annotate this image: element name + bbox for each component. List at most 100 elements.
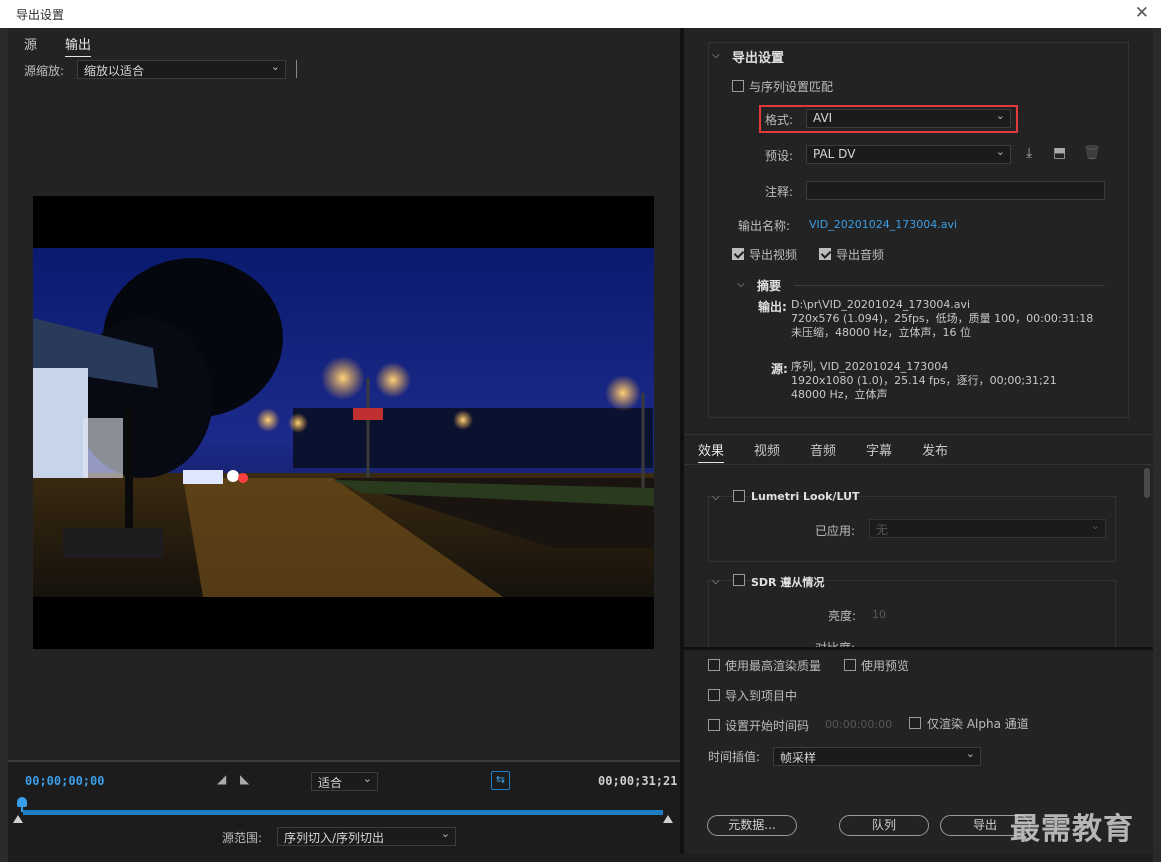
match-sequence-checkbox[interactable]	[732, 80, 744, 92]
export-audio-checkbox[interactable]	[819, 248, 831, 260]
tab-output[interactable]: 输出	[65, 34, 92, 57]
source-range-select[interactable]: 序列切入/序列切出 ⌄	[277, 827, 456, 846]
brightness-value[interactable]: 10	[872, 608, 886, 621]
sdr-checkbox[interactable]	[733, 574, 745, 586]
chevron-down-icon[interactable]: ⌵	[712, 576, 720, 587]
use-preview-checkbox[interactable]	[844, 659, 856, 671]
contrast-label: 对比度:	[815, 639, 855, 647]
bottom-divider[interactable]	[684, 647, 1153, 650]
preview-tabs: 源 输出	[8, 28, 680, 57]
save-preset-icon[interactable]: ⤓	[1026, 145, 1032, 161]
summary-source-line: 1920x1080 (1.0)，25.14 fps，逐行，00;00;31;21	[791, 374, 1057, 387]
summary-source-line: 序列, VID_20201024_173004	[791, 360, 949, 373]
chevron-down-icon[interactable]: ⌵	[712, 492, 720, 503]
source-range-value: 序列切入/序列切出	[284, 831, 385, 845]
set-start-tc-label: 设置开始时间码	[725, 719, 810, 733]
applied-select[interactable]: 无 ⌄	[869, 519, 1106, 538]
mark-in-icon[interactable]: ◢	[217, 772, 226, 786]
mark-out-icon[interactable]: ◣	[240, 772, 249, 786]
summary-rule	[794, 285, 1105, 286]
tabs-rule	[684, 464, 1153, 465]
summary-source-label: 源:	[771, 362, 788, 376]
max-render-checkbox[interactable]	[708, 659, 720, 671]
outer-frame-right	[1153, 28, 1161, 862]
preset-value: PAL DV	[813, 147, 856, 161]
effects-scrollbar[interactable]	[1144, 468, 1150, 498]
preview-frame-image	[33, 248, 654, 597]
tab-video[interactable]: 视频	[754, 440, 780, 462]
source-scale-value: 缩放以适合	[84, 64, 145, 78]
chevron-down-icon: ⌄	[440, 827, 450, 840]
preview-panel: 源 输出 源缩放: 缩放以适合 ⌄ 00;00;00;00 ◢ ◣ 适合 ⌄ ⇆…	[8, 28, 680, 854]
summary-output-line: 未压缩，48000 Hz，立体声，16 位	[791, 326, 972, 339]
settings-panel: ⌵ 导出设置 与序列设置匹配 格式: AVI ⌄ 预设: PAL DV ⌄ ⤓ …	[684, 28, 1153, 854]
output-name-link[interactable]: VID_20201024_173004.avi	[809, 218, 957, 231]
chevron-down-icon[interactable]: ⌵	[737, 279, 745, 290]
preset-select[interactable]: PAL DV ⌄	[806, 145, 1011, 164]
tab-source[interactable]: 源	[24, 34, 37, 56]
video-preview	[33, 196, 654, 649]
close-icon[interactable]: ✕	[1135, 3, 1149, 23]
import-project-checkbox[interactable]	[708, 689, 720, 701]
summary-output-line: 720x576 (1.094)，25fps，低场，质量 100，00:00:31…	[791, 312, 1094, 325]
export-settings-header: 导出设置	[732, 51, 785, 66]
alpha-only-checkbox[interactable]	[909, 717, 921, 729]
comment-input[interactable]	[806, 181, 1105, 200]
chevron-down-icon[interactable]: ⌵	[712, 50, 720, 61]
summary-output-line: D:\pr\VID_20201024_173004.avi	[791, 298, 971, 311]
max-render-label: 使用最高渲染质量	[725, 659, 822, 673]
chevron-down-icon: ⌄	[965, 747, 975, 760]
playhead-line	[21, 806, 23, 812]
delete-preset-icon[interactable]: 🗑	[1083, 145, 1101, 161]
interp-label: 时间插值:	[708, 750, 761, 764]
summary-output-text: D:\pr\VID_20201024_173004.avi 720x576 (1…	[791, 298, 1093, 340]
fit-select[interactable]: 适合 ⌄	[311, 772, 378, 791]
tab-captions[interactable]: 字幕	[866, 440, 892, 462]
interp-value: 帧采样	[780, 751, 817, 765]
brightness-label: 亮度:	[828, 609, 857, 623]
set-aspect-icon[interactable]: ⇆	[491, 771, 510, 790]
start-tc-value[interactable]: 00:00:00:00	[825, 718, 892, 731]
import-preset-icon[interactable]: ⬒	[1053, 145, 1066, 161]
chevron-down-icon: ⌄	[995, 145, 1005, 158]
tab-publish[interactable]: 发布	[922, 440, 948, 462]
applied-value: 无	[876, 523, 889, 537]
fit-value: 适合	[318, 776, 343, 790]
output-name-label: 输出名称:	[738, 219, 791, 233]
range-start-handle[interactable]	[13, 815, 23, 823]
summary-header: 摘要	[757, 279, 782, 293]
import-project-label: 导入到项目中	[725, 689, 798, 703]
export-audio-label: 导出音频	[836, 248, 885, 262]
format-select[interactable]: AVI ⌄	[806, 109, 1011, 128]
title-bar: 导出设置 ✕	[0, 0, 1161, 28]
comment-label: 注释:	[765, 185, 794, 199]
lumetri-header: Lumetri Look/LUT	[751, 490, 860, 503]
chevron-down-icon: ⌄	[1090, 519, 1100, 532]
tab-effects[interactable]: 效果	[698, 440, 725, 463]
night-street-image	[33, 248, 654, 597]
queue-button[interactable]: 队列	[839, 815, 929, 836]
section-divider	[684, 434, 1153, 435]
source-scale-label: 源缩放:	[24, 64, 65, 78]
timecode-start[interactable]: 00;00;00;00	[25, 774, 104, 788]
applied-label: 已应用:	[815, 524, 856, 538]
timeline-controls: 00;00;00;00 ◢ ◣ 适合 ⌄ ⇆ 00;00;31;21 源范围: …	[8, 760, 680, 854]
alpha-only-label: 仅渲染 Alpha 通道	[927, 717, 1029, 731]
export-video-label: 导出视频	[749, 248, 798, 262]
lumetri-checkbox[interactable]	[733, 490, 745, 502]
export-video-checkbox[interactable]	[732, 248, 744, 260]
interp-select[interactable]: 帧采样 ⌄	[773, 747, 981, 766]
preset-label: 预设:	[765, 149, 794, 163]
outer-frame-left	[0, 28, 8, 862]
metadata-button[interactable]: 元数据...	[707, 815, 797, 836]
chevron-down-icon: ⌄	[995, 109, 1005, 122]
range-end-handle[interactable]	[663, 815, 673, 823]
summary-output-label: 输出:	[758, 300, 787, 314]
chevron-down-icon: ⌄	[362, 772, 372, 785]
tab-audio[interactable]: 音频	[810, 440, 836, 462]
sdr-section	[708, 580, 1116, 650]
source-scale-select[interactable]: 缩放以适合 ⌄	[77, 60, 286, 79]
set-start-tc-checkbox[interactable]	[708, 719, 720, 731]
window-title: 导出设置	[16, 8, 65, 22]
time-range-bar[interactable]	[23, 810, 663, 815]
